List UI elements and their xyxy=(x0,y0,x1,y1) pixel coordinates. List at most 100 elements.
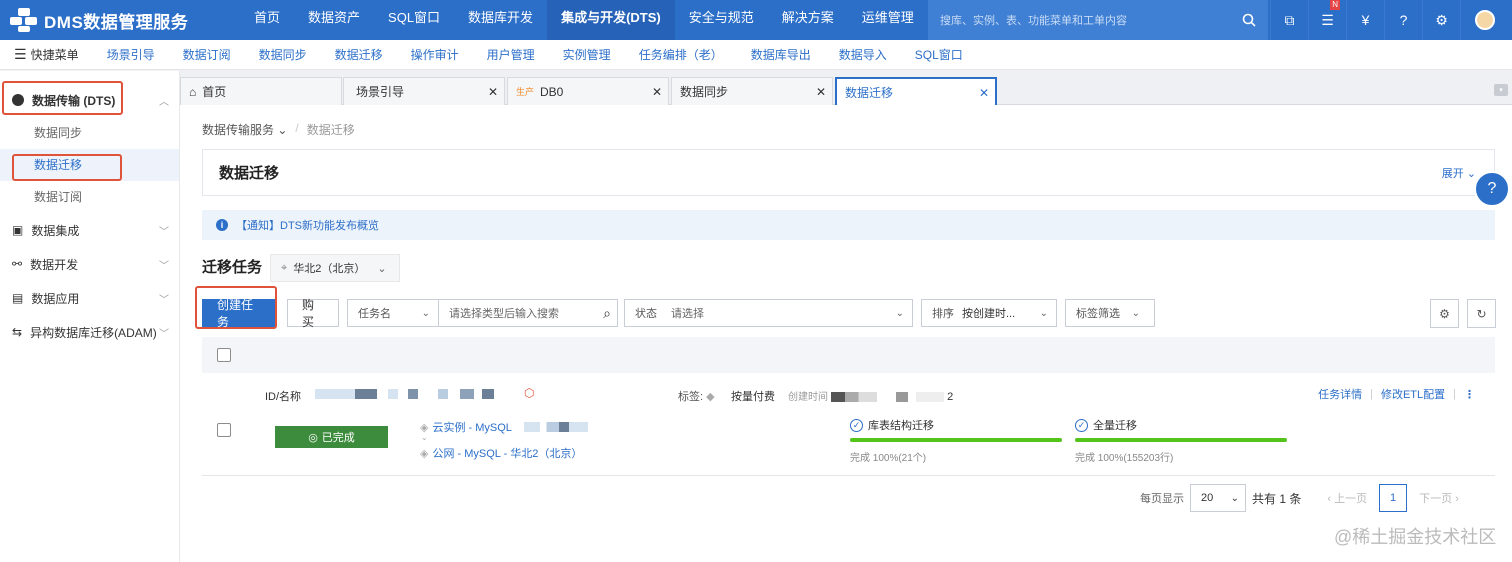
redacted-block xyxy=(408,389,418,399)
destination-endpoint[interactable]: ◈ 公网 - MySQL - 华北2（北京） xyxy=(420,445,582,461)
select-all-checkbox[interactable] xyxy=(217,348,231,362)
search-icon[interactable] xyxy=(1242,13,1256,27)
tag-filter-select[interactable]: 标签筛选 ⌄ xyxy=(1065,299,1155,327)
expand-button[interactable]: 展开 ⌄ xyxy=(1442,165,1476,181)
tab-migration[interactable]: 数据迁移 ✕ xyxy=(835,77,997,106)
check-circle-icon: ✓ xyxy=(1075,418,1088,432)
close-icon[interactable]: ✕ xyxy=(488,85,498,99)
source-endpoint[interactable]: ◈ 云实例 - MySQL xyxy=(420,419,588,435)
sidebar-group-dts[interactable]: 数据传输 (DTS) ︿ xyxy=(0,83,179,117)
buy-button[interactable]: 购买 xyxy=(287,298,339,329)
section-title: 迁移任务 xyxy=(202,259,263,276)
app-logo[interactable]: DMS数据管理服务 xyxy=(0,8,240,33)
breadcrumb-parent-label: 数据传输服务 xyxy=(202,123,275,137)
quick-item-orchestration[interactable]: 任务编排（老） xyxy=(625,46,737,63)
pagination: 每页显示 20 ⌄ 共有 1 条 ‹ 上一页 1 下一页 › xyxy=(1140,484,1465,512)
app-icon: ▤ xyxy=(12,291,24,305)
refresh-icon[interactable]: ↻ xyxy=(1467,299,1496,328)
gear-icon[interactable]: ⚙ xyxy=(1422,0,1460,40)
quick-item-audit[interactable]: 操作审计 xyxy=(397,46,473,63)
prev-page-label: 上一页 xyxy=(1334,493,1368,505)
next-page-button[interactable]: 下一页 › xyxy=(1413,490,1465,506)
help-float-icon[interactable]: ? xyxy=(1474,171,1510,207)
sidebar-group-label: 数据开发 xyxy=(30,257,79,272)
global-search[interactable]: 搜库、实例、表、功能菜单和工单内容 xyxy=(928,0,1268,40)
quick-item-users[interactable]: 用户管理 xyxy=(473,46,549,63)
edit-etl-link[interactable]: 修改ETL配置 xyxy=(1381,386,1445,402)
tags-label[interactable]: 标签: ◆ xyxy=(678,388,715,404)
tab-scroll-icon[interactable]: ▾ xyxy=(1494,84,1508,96)
task-name-select[interactable]: 任务名 ⌄ xyxy=(347,299,439,327)
total-count: 共有 1 条 xyxy=(1252,491,1302,506)
main-content: 数据传输服务 ⌄ / 数据迁移 数据迁移 展开 ⌄ ? i 【通知】DTS新功能… xyxy=(180,105,1512,562)
close-icon[interactable]: ✕ xyxy=(652,85,662,99)
global-search-placeholder: 搜库、实例、表、功能菜单和工单内容 xyxy=(940,15,1127,27)
sidebar-group-adam[interactable]: ⇆ 异构数据库迁移(ADAM) ﹀ xyxy=(0,315,179,349)
sidebar-group-app[interactable]: ▤ 数据应用 ﹀ xyxy=(0,281,179,315)
task-search-input[interactable]: 请选择类型后输入搜索 ⌕ xyxy=(438,299,618,327)
sidebar-group-label: 数据集成 xyxy=(31,223,80,238)
region-select[interactable]: ⌖ 华北2（北京） ⌄ xyxy=(270,254,400,282)
nav-solutions[interactable]: 解决方案 xyxy=(768,0,848,40)
tab-db0[interactable]: 生产 DB0 ✕ xyxy=(507,77,669,105)
status-select[interactable]: 状态 请选择 ⌄ xyxy=(624,299,913,327)
settings-icon[interactable]: ⚙ xyxy=(1430,299,1459,328)
sort-label: 排序 xyxy=(932,308,954,320)
quick-item-sql-window[interactable]: SQL窗口 xyxy=(901,46,977,63)
nav-sql-window[interactable]: SQL窗口 xyxy=(374,0,454,40)
sidebar-item-subscribe[interactable]: 数据订阅 xyxy=(0,181,179,213)
sidebar-group-integration[interactable]: ▣ 数据集成 ﹀ xyxy=(0,213,179,247)
quick-item-scene-guide[interactable]: 场景引导 xyxy=(93,46,169,63)
nav-ops[interactable]: 运维管理 xyxy=(848,0,928,40)
quick-item-import[interactable]: 数据导入 xyxy=(825,46,901,63)
notification-badge: N xyxy=(1330,0,1340,10)
quick-item-export[interactable]: 数据库导出 xyxy=(737,46,825,63)
breadcrumb-current: 数据迁移 xyxy=(306,123,355,137)
tab-scene-guide[interactable]: 场景引导 ✕ xyxy=(343,77,505,105)
current-page[interactable]: 1 xyxy=(1379,484,1408,512)
close-icon[interactable]: ✕ xyxy=(979,86,989,100)
info-icon: i xyxy=(216,219,228,231)
status-badge: ◎ 已完成 xyxy=(275,426,388,448)
quick-item-instances[interactable]: 实例管理 xyxy=(549,46,625,63)
tab-label: 场景引导 xyxy=(356,85,405,99)
tab-sync[interactable]: 数据同步 ✕ xyxy=(671,77,833,105)
task-detail-link[interactable]: 任务详情 xyxy=(1318,386,1362,402)
prev-page-button[interactable]: ‹ 上一页 xyxy=(1321,490,1373,506)
nav-data-assets[interactable]: 数据资产 xyxy=(294,0,374,40)
create-task-button[interactable]: 创建任务 xyxy=(202,298,275,329)
notice-bar[interactable]: i 【通知】DTS新功能发布概览 xyxy=(202,210,1495,240)
row-actions: 任务详情 | 修改ETL配置 | ⋮ xyxy=(1318,386,1475,402)
quick-menu-toggle[interactable]: ☰ 快捷菜单 xyxy=(0,46,93,63)
breadcrumb-separator: / xyxy=(295,121,299,135)
nav-security[interactable]: 安全与规范 xyxy=(675,0,768,40)
search-icon[interactable]: ⌕ xyxy=(603,305,611,322)
cost-icon[interactable]: ¥ xyxy=(1346,0,1384,40)
help-icon[interactable]: ? xyxy=(1384,0,1422,40)
more-icon[interactable]: ⋮ xyxy=(1464,388,1475,401)
close-icon[interactable]: ✕ xyxy=(816,85,826,99)
breadcrumb-parent[interactable]: 数据传输服务 ⌄ xyxy=(202,121,287,138)
page-header: 数据迁移 展开 ⌄ xyxy=(202,149,1495,196)
nav-db-dev[interactable]: 数据库开发 xyxy=(454,0,547,40)
quick-item-subscribe[interactable]: 数据订阅 xyxy=(169,46,245,63)
tasks-icon[interactable]: ☰ N xyxy=(1308,0,1346,40)
sort-select[interactable]: 排序 按创建时... ⌄ xyxy=(921,299,1057,327)
tab-home[interactable]: ⌂ 首页 xyxy=(180,77,342,105)
redacted-block xyxy=(315,389,355,399)
app-name: DMS数据管理服务 xyxy=(44,12,189,32)
quick-item-sync[interactable]: 数据同步 xyxy=(245,46,321,63)
page-size-select[interactable]: 20 ⌄ xyxy=(1190,484,1246,512)
copy-icon[interactable]: ⧉ xyxy=(1270,0,1308,40)
row-checkbox[interactable] xyxy=(217,423,231,437)
nav-home[interactable]: 首页 xyxy=(240,0,294,40)
nav-integration-dts[interactable]: 集成与开发(DTS) xyxy=(547,0,675,40)
next-page-label: 下一页 xyxy=(1419,493,1453,505)
user-avatar[interactable] xyxy=(1460,0,1508,40)
quick-item-migration[interactable]: 数据迁移 xyxy=(321,46,397,63)
sidebar-group-dev[interactable]: ⚯ 数据开发 ﹀ xyxy=(0,247,179,281)
watermark: @稀土掘金技术社区 xyxy=(1334,527,1497,547)
sidebar-item-sync[interactable]: 数据同步 xyxy=(0,117,179,149)
integration-icon: ▣ xyxy=(12,223,24,237)
sidebar-item-migration[interactable]: 数据迁移 xyxy=(0,149,179,181)
